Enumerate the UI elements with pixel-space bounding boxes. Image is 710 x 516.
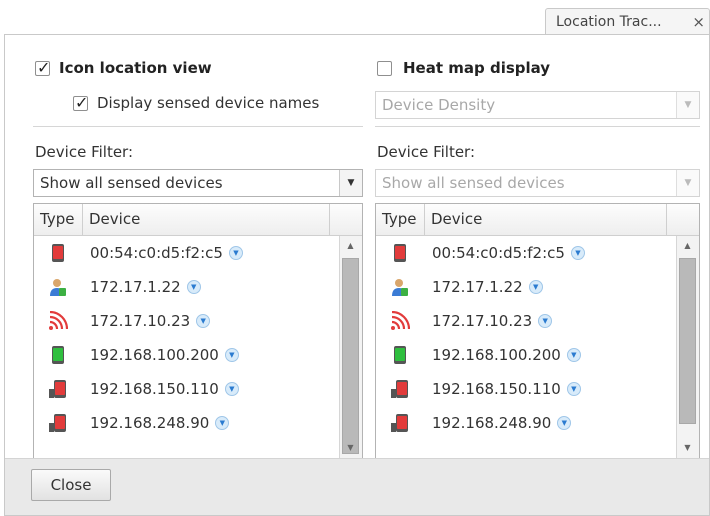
table-row[interactable]: 172.17.10.23 ▼ [34,304,330,338]
scrollbar-thumb[interactable] [679,258,696,424]
column-header-device[interactable]: Device [83,204,330,235]
table-header: Type Device [376,204,699,236]
heat-map-type-select[interactable]: Device Density ▼ [375,91,700,119]
device-menu-icon[interactable]: ▼ [566,381,581,396]
person-icon [392,279,408,296]
divider [33,126,363,127]
device-address: 00:54:c0:d5:f2:c5 [432,244,565,262]
green-phone-icon [52,346,64,364]
device-address: 192.168.150.110 [432,380,561,398]
sensed-phone-icon [49,414,66,432]
scrollbar-thumb[interactable] [342,258,359,454]
close-button[interactable]: Close [31,469,111,501]
green-phone-icon [394,346,406,364]
scroll-down-icon[interactable]: ▼ [677,440,698,456]
device-menu-icon[interactable]: ▼ [538,313,553,328]
icon-location-view-checkbox[interactable]: ✓ [35,58,51,77]
tab-label: Location Trac... [556,14,662,30]
wifi-signal-icon [49,311,68,330]
device-menu-icon[interactable]: ▼ [196,313,211,328]
table-row[interactable]: 192.168.100.200 ▼ [376,338,672,372]
checkmark-icon: ✓ [75,93,89,112]
table-row[interactable]: 192.168.100.200 ▼ [34,338,330,372]
sensed-phone-icon [49,380,66,398]
device-menu-icon[interactable]: ▼ [566,347,581,362]
device-address: 172.17.1.22 [90,278,181,296]
display-sensed-device-names-label: Display sensed device names [97,94,320,112]
device-menu-icon[interactable]: ▼ [224,347,239,362]
scroll-up-icon[interactable]: ▲ [340,238,361,254]
heat-map-display-checkbox[interactable] [377,61,392,76]
device-address: 192.168.248.90 [432,414,552,432]
device-menu-icon[interactable]: ▼ [557,415,572,430]
column-header-type[interactable]: Type [34,204,83,235]
location-tracking-dialog: ✓ Icon location view ✓ Display sensed de… [4,34,710,516]
device-filter-value: Show all sensed devices [40,174,223,192]
device-address: 172.17.10.23 [432,312,533,330]
table-header: Type Device [34,204,362,236]
device-menu-icon[interactable]: ▼ [570,245,585,260]
display-sensed-device-names-checkbox[interactable]: ✓ [73,93,89,112]
table-row[interactable]: 192.168.248.90 ▼ [34,406,330,440]
scrollbar[interactable]: ▲ ▼ [339,236,362,458]
table-rows: 00:54:c0:d5:f2:c5 ▼ 172.17.1.22 ▼ 172.17.1… [34,236,330,440]
column-header-type[interactable]: Type [376,204,425,235]
device-list-table: Type Device 00:54:c0:d5:f2:c5 ▼ 172.17.1.… [33,203,363,459]
table-rows: 00:54:c0:d5:f2:c5 ▼ 172.17.1.22 ▼ 172.17.1… [376,236,672,440]
heat-map-display-label: Heat map display [403,59,551,77]
device-filter-label: Device Filter: [35,143,134,161]
scroll-down-icon[interactable]: ▼ [340,440,361,456]
sensed-phone-icon [391,380,408,398]
table-row[interactable]: 172.17.1.22 ▼ [34,270,330,304]
table-row[interactable]: 192.168.248.90 ▼ [376,406,672,440]
divider [375,126,700,127]
heat-map-device-list-table: Type Device 00:54:c0:d5:f2:c5 ▼ 172.17.1.… [375,203,700,459]
red-phone-icon [394,244,406,262]
device-menu-icon[interactable]: ▼ [186,279,201,294]
scrollbar[interactable]: ▲ ▼ [676,236,699,458]
dropdown-arrow-icon[interactable]: ▼ [339,170,362,196]
device-address: 192.168.150.110 [90,380,219,398]
heat-map-type-value: Device Density [382,96,496,114]
person-icon [50,279,66,296]
dropdown-arrow-icon[interactable]: ▼ [676,92,699,118]
icon-location-view-label: Icon location view [59,59,212,77]
device-menu-icon[interactable]: ▼ [228,245,243,260]
device-filter-label: Device Filter: [377,143,476,161]
device-filter-value: Show all sensed devices [382,174,565,192]
table-row[interactable]: 00:54:c0:d5:f2:c5 ▼ [34,236,330,270]
dropdown-arrow-icon[interactable]: ▼ [676,170,699,196]
heat-map-device-filter-select[interactable]: Show all sensed devices ▼ [375,169,700,197]
device-address: 192.168.100.200 [432,346,561,364]
device-menu-icon[interactable]: ▼ [215,415,230,430]
wifi-signal-icon [391,311,410,330]
device-address: 192.168.248.90 [90,414,210,432]
red-phone-icon [52,244,64,262]
device-menu-icon[interactable]: ▼ [528,279,543,294]
close-tab-icon[interactable]: × [692,9,705,34]
table-row[interactable]: 192.168.150.110 ▼ [376,372,672,406]
scroll-up-icon[interactable]: ▲ [677,238,698,254]
device-menu-icon[interactable]: ▼ [224,381,239,396]
dialog-footer: Close [5,458,709,515]
table-row[interactable]: 172.17.10.23 ▼ [376,304,672,338]
device-address: 192.168.100.200 [90,346,219,364]
sensed-phone-icon [391,414,408,432]
table-row[interactable]: 172.17.1.22 ▼ [376,270,672,304]
table-row[interactable]: 00:54:c0:d5:f2:c5 ▼ [376,236,672,270]
tab-location-tracking[interactable]: Location Trac... × [545,8,710,34]
device-filter-select[interactable]: Show all sensed devices ▼ [33,169,363,197]
table-row[interactable]: 192.168.150.110 ▼ [34,372,330,406]
column-header-device[interactable]: Device [425,204,667,235]
device-address: 00:54:c0:d5:f2:c5 [90,244,223,262]
device-address: 172.17.1.22 [432,278,523,296]
device-address: 172.17.10.23 [90,312,191,330]
checkmark-icon: ✓ [37,58,51,77]
